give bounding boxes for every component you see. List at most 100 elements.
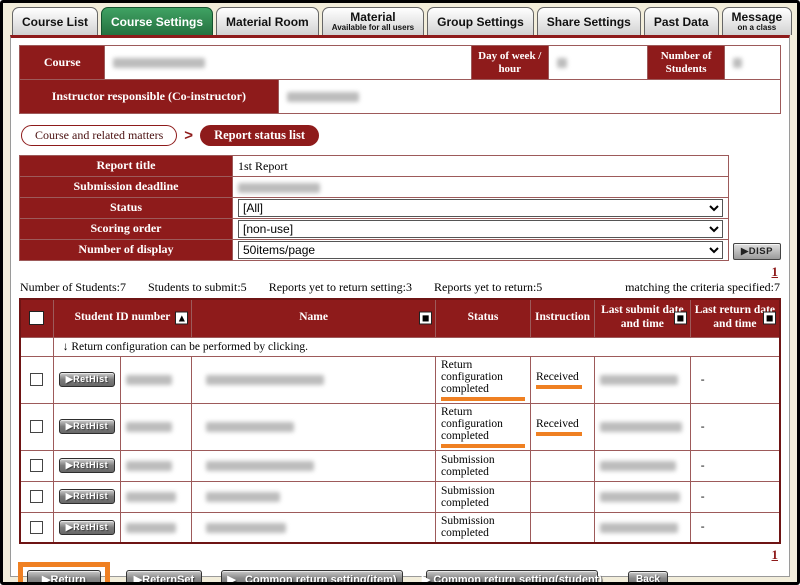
rethist-button[interactable]: ▶RetHist: [59, 489, 115, 504]
sort-icon[interactable]: ■: [674, 312, 687, 325]
name-cell: [192, 512, 436, 543]
disp-button[interactable]: ▶DISP: [733, 243, 781, 260]
redacted-text: [600, 523, 678, 533]
student-id-header[interactable]: Student ID number ▲: [53, 299, 192, 337]
status-select[interactable]: [All]: [238, 199, 723, 217]
empty-cell: [20, 337, 53, 356]
pagination-bottom: 1: [19, 544, 781, 562]
report-title-label: Report title: [20, 156, 233, 177]
page-number-link[interactable]: 1: [772, 264, 779, 279]
redacted-text: [733, 58, 742, 68]
redacted-text: [126, 461, 172, 471]
report-title-value: 1st Report: [233, 156, 729, 177]
submission-deadline-label: Submission deadline: [20, 177, 233, 198]
redacted-text: [126, 492, 176, 502]
table-row: ▶RetHist Return configuration completed …: [20, 403, 780, 450]
last-submit-cell: [594, 450, 690, 481]
last-submit-cell: [594, 512, 690, 543]
day-of-week-label: Day of week / hour: [471, 46, 548, 80]
name-cell: [192, 356, 436, 403]
scoring-order-select[interactable]: [non-use]: [238, 220, 723, 238]
tab-material-all-users[interactable]: Material Available for all users: [322, 7, 424, 35]
status-cell[interactable]: Submission completed: [435, 512, 530, 543]
redacted-text: [126, 375, 172, 385]
redacted-text: [238, 183, 320, 193]
status-cell[interactable]: Submission completed: [435, 450, 530, 481]
table-note: ↓ Return configuration can be performed …: [53, 337, 780, 356]
last-return-cell: -: [690, 512, 780, 543]
row-checkbox[interactable]: [30, 521, 43, 534]
scoring-order-label: Scoring order: [20, 219, 233, 240]
course-value: [105, 46, 471, 80]
redacted-text: [206, 523, 286, 533]
tab-course-settings[interactable]: Course Settings: [101, 7, 213, 35]
summary-counts: Number of Students:7 Students to submit:…: [19, 279, 781, 298]
row-checkbox[interactable]: [30, 373, 43, 386]
common-return-setting-item-button[interactable]: ▶ Common return setting(item): [221, 570, 403, 585]
tab-past-data[interactable]: Past Data: [644, 7, 719, 35]
tab-material-room[interactable]: Material Room: [216, 7, 319, 35]
highlight-underline: [441, 397, 525, 401]
name-cell: [192, 403, 436, 450]
rethist-button[interactable]: ▶RetHist: [59, 458, 115, 473]
redacted-text: [206, 375, 324, 385]
row-checkbox[interactable]: [30, 459, 43, 472]
rethist-button[interactable]: ▶RetHist: [59, 520, 115, 535]
instruction-cell: Received: [531, 403, 595, 450]
select-all-header: [20, 299, 53, 337]
redacted-text: [206, 492, 280, 502]
sort-ascending-icon[interactable]: ▲: [175, 312, 188, 325]
select-all-checkbox[interactable]: [29, 311, 44, 325]
number-of-students-value: [725, 46, 781, 80]
report-status-page: Course List Course Settings Material Roo…: [0, 0, 800, 585]
annotation-highlight-box: ▶Return: [18, 562, 110, 585]
student-id-cell: [121, 356, 192, 403]
table-row: ▶RetHist Submission completed -: [20, 512, 780, 543]
sort-icon[interactable]: ■: [419, 312, 432, 325]
tab-share-settings[interactable]: Share Settings: [537, 7, 641, 35]
last-return-cell: -: [690, 450, 780, 481]
name-header[interactable]: Name ■: [192, 299, 436, 337]
tab-course-list[interactable]: Course List: [12, 7, 98, 35]
submission-deadline-value: [233, 177, 729, 198]
breadcrumb: Course and related matters > Report stat…: [21, 125, 779, 146]
yet-return-setting-count: Reports yet to return setting:3: [269, 280, 412, 295]
footer-button-row: ▶Return ▶ReternSet ▶ Common return setti…: [19, 566, 781, 585]
status-cell[interactable]: Return configuration completed: [435, 403, 530, 450]
filter-form: Report title 1st Report Submission deadl…: [19, 155, 781, 261]
redacted-text: [600, 492, 680, 502]
page-number-link[interactable]: 1: [772, 547, 779, 562]
table-row: ▶RetHist Return configuration completed …: [20, 356, 780, 403]
redacted-text: [206, 422, 294, 432]
last-return-header[interactable]: Last return date and time ■: [690, 299, 780, 337]
instructor-label: Instructor responsible (Co-instructor): [20, 80, 279, 114]
redacted-text: [126, 523, 176, 533]
common-return-setting-student-button[interactable]: ▶ Common return setting(student): [426, 570, 598, 585]
instruction-cell: [531, 512, 595, 543]
reternset-button[interactable]: ▶ReternSet: [126, 570, 202, 585]
tab-message[interactable]: Message on a class: [722, 7, 793, 35]
last-submit-header[interactable]: Last submit date and time ■: [594, 299, 690, 337]
course-label: Course: [20, 46, 105, 80]
instruction-cell: [531, 481, 595, 512]
content-panel: Course Day of week / hour Number of Stud…: [10, 35, 790, 577]
status-cell[interactable]: Submission completed: [435, 481, 530, 512]
students-total-count: Number of Students:7: [20, 280, 126, 295]
sort-icon[interactable]: ■: [763, 312, 776, 325]
breadcrumb-course-related[interactable]: Course and related matters: [21, 125, 177, 146]
instruction-cell: [531, 450, 595, 481]
student-id-cell: [121, 403, 192, 450]
status-header: Status: [435, 299, 530, 337]
status-cell[interactable]: Return configuration completed: [435, 356, 530, 403]
number-of-display-select[interactable]: 50items/page: [238, 241, 723, 259]
redacted-text: [600, 422, 682, 432]
rethist-button[interactable]: ▶RetHist: [59, 372, 115, 387]
return-button[interactable]: ▶Return: [27, 570, 101, 585]
highlight-underline: [536, 385, 582, 389]
row-checkbox[interactable]: [30, 420, 43, 433]
back-button[interactable]: Back: [628, 571, 668, 585]
tab-group-settings[interactable]: Group Settings: [427, 7, 534, 35]
rethist-button[interactable]: ▶RetHist: [59, 419, 115, 434]
row-checkbox[interactable]: [30, 490, 43, 503]
students-to-submit-count: Students to submit:5: [148, 280, 247, 295]
